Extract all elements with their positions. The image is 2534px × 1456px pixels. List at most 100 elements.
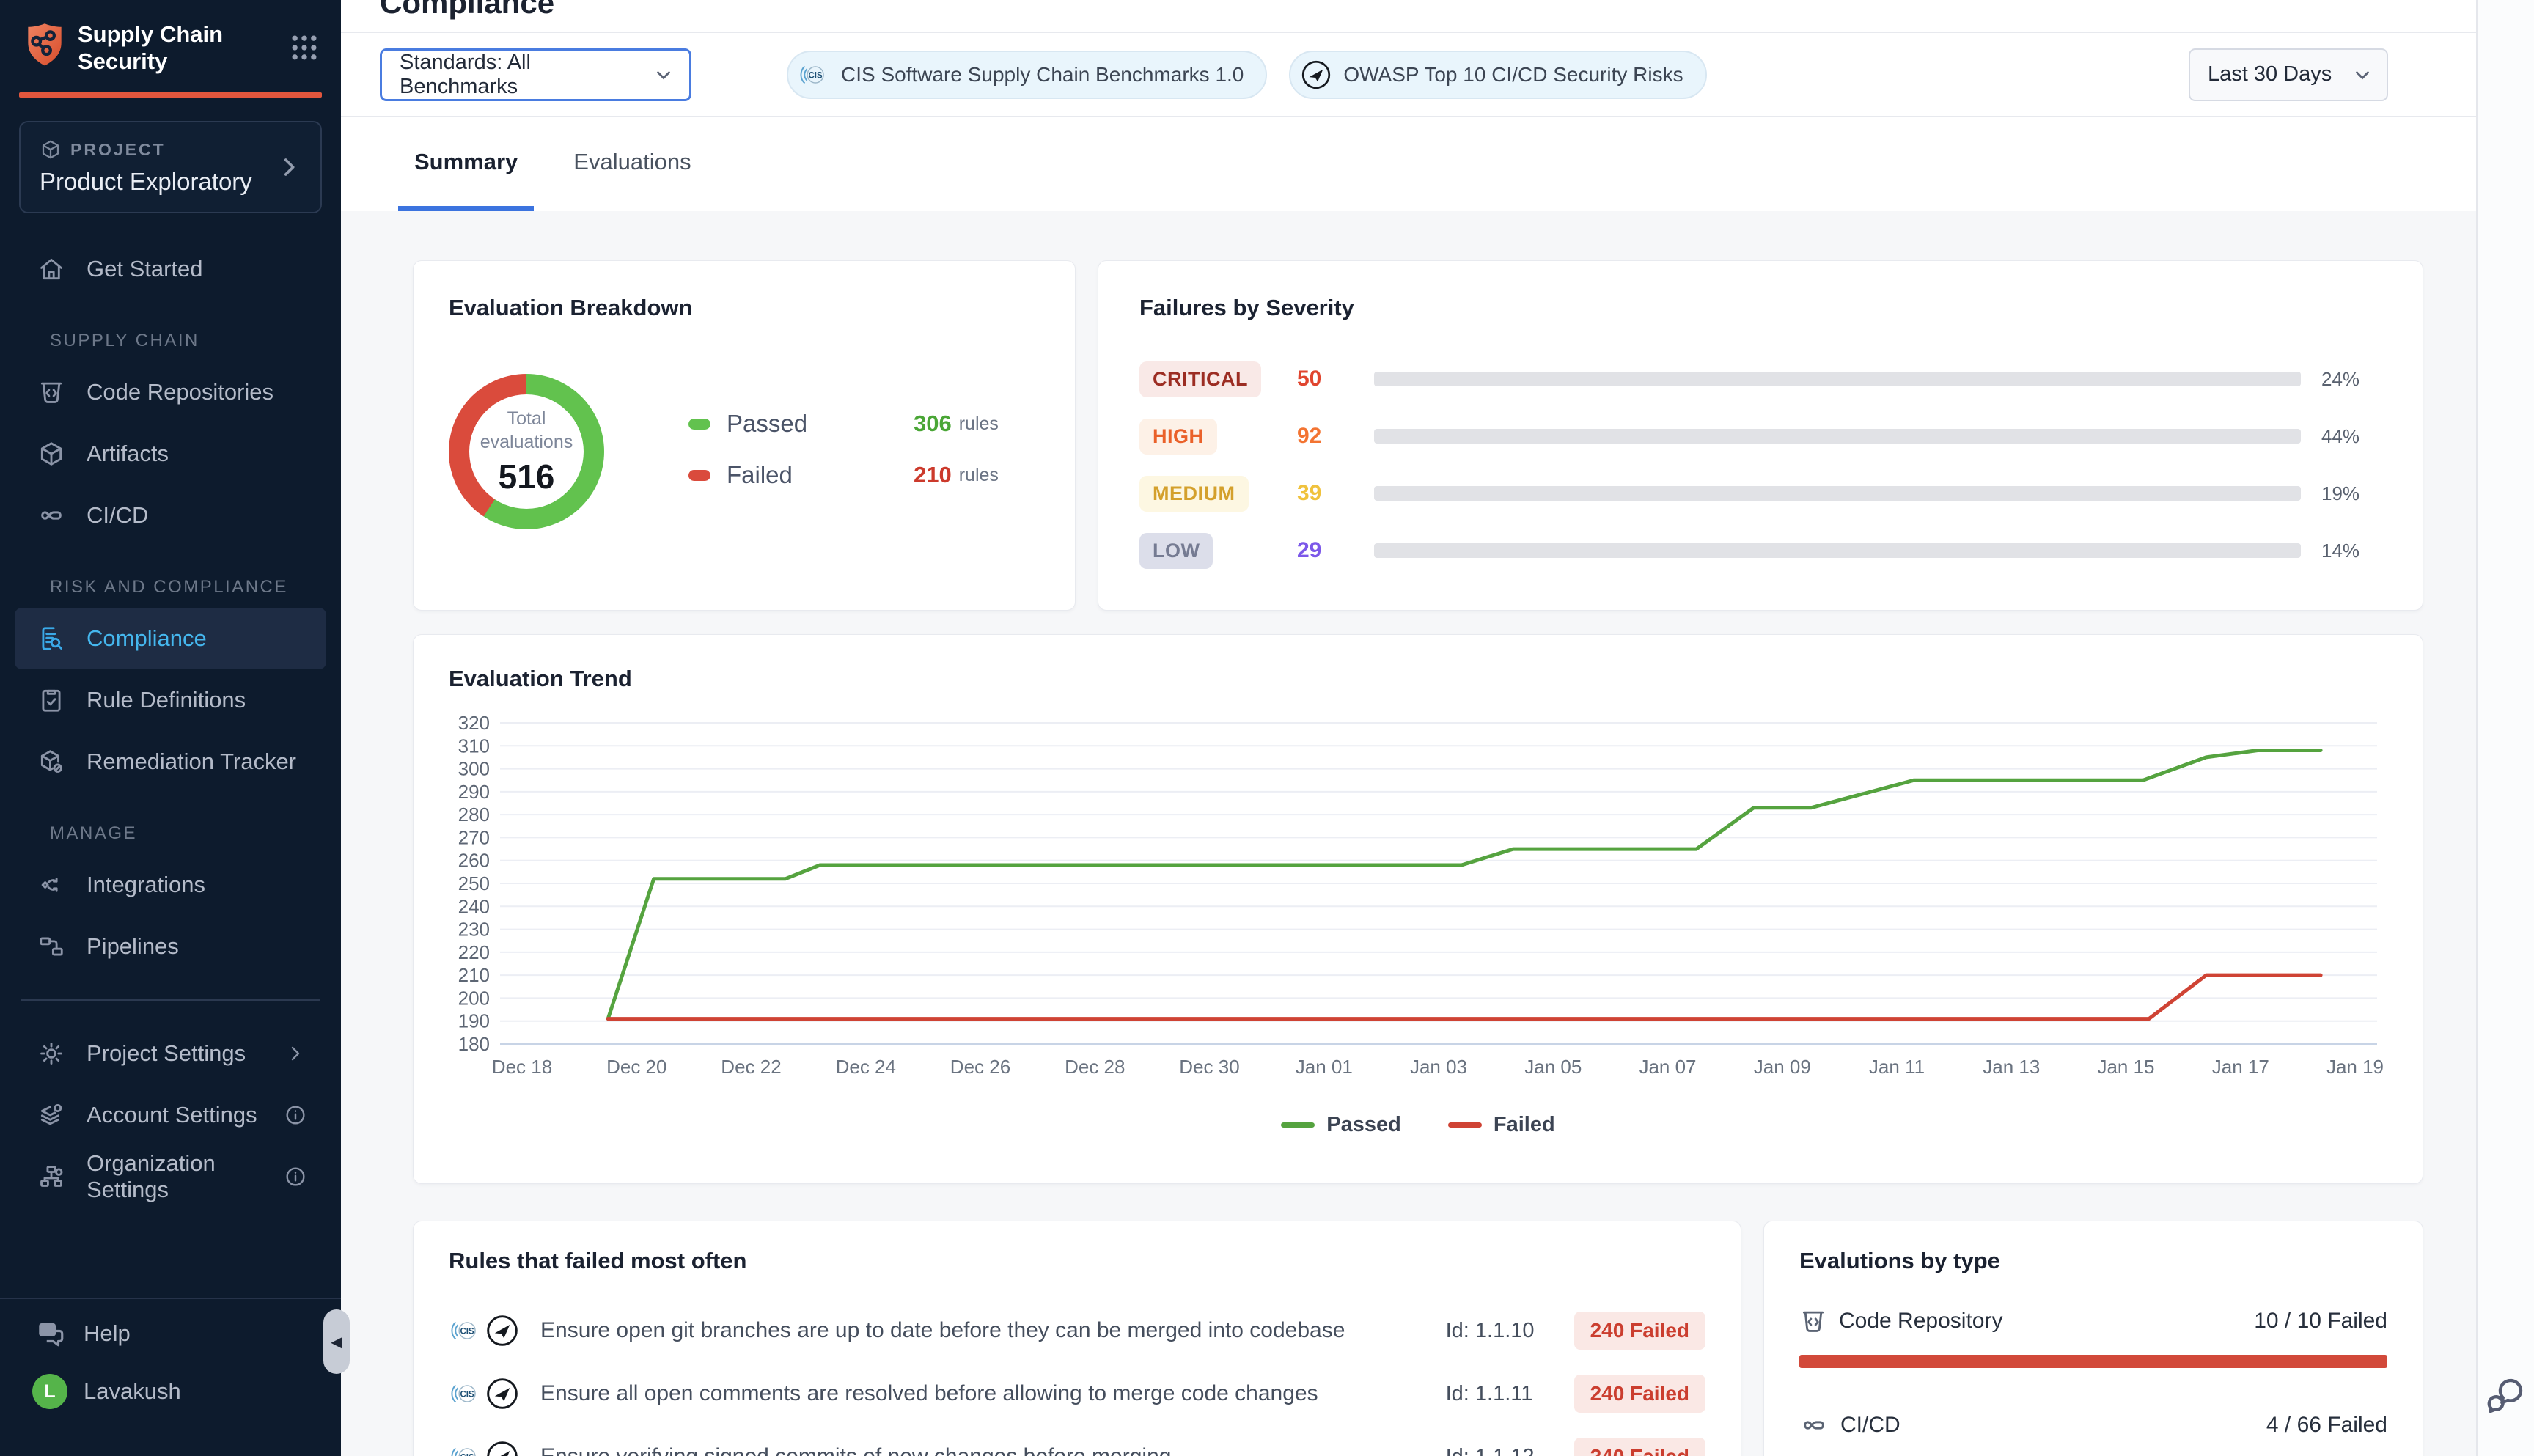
info-icon	[281, 1165, 310, 1188]
card-title: Failures by Severity	[1139, 295, 2381, 321]
evaluations-donut-chart: Totalevaluations 516	[449, 374, 604, 529]
svg-text:Dec 20: Dec 20	[606, 1056, 666, 1078]
standards-dropdown-value: Standards: All Benchmarks	[400, 51, 653, 99]
cis-logo-icon: CIS	[449, 1440, 482, 1456]
legend-label: Passed	[1326, 1113, 1401, 1137]
sidebar-item-code-repositories[interactable]: Code Repositories	[15, 361, 326, 423]
legend-line-swatch	[1281, 1122, 1315, 1128]
chip-owasp[interactable]: OWASP Top 10 CI/CD Security Risks	[1289, 51, 1706, 99]
svg-text:180: 180	[458, 1033, 490, 1055]
user-menu[interactable]: L Lavakush	[0, 1349, 341, 1409]
standards-dropdown[interactable]: Standards: All Benchmarks	[380, 48, 691, 101]
legend-label: Failed	[1494, 1113, 1555, 1137]
sidebar-item-label: Organization Settings	[87, 1150, 281, 1203]
info-icon	[281, 1103, 310, 1127]
svg-text:280: 280	[458, 804, 490, 826]
tab-summary[interactable]: Summary	[398, 117, 534, 211]
trend-legend-item-failed: Failed	[1448, 1113, 1555, 1137]
rule-row[interactable]: CIS Ensure verifying signed commits of n…	[449, 1425, 1705, 1456]
sidebar-collapse-handle[interactable]: ◀	[323, 1309, 350, 1374]
infinity-icon	[1799, 1411, 1829, 1440]
project-cube-icon	[40, 139, 62, 161]
severity-bar	[1374, 429, 2301, 444]
sidebar-item-remediation-tracker[interactable]: Remediation Tracker	[15, 731, 326, 793]
page-title: Compliance	[380, 0, 2476, 22]
svg-text:?: ?	[44, 1324, 51, 1336]
donut-center-label: Totalevaluations	[480, 407, 573, 454]
app-root: Supply Chain Security	[0, 0, 2534, 1456]
chevron-down-icon	[653, 64, 675, 86]
gear-icon	[37, 1040, 66, 1067]
legend-value: 306	[914, 411, 952, 437]
sidebar-item-label: Pipelines	[87, 933, 310, 960]
donut-legend: Passed306rulesFailed210rules	[688, 408, 1033, 529]
by-type-rows: Code Repository10 / 10 FailedCI/CD4 / 66…	[1799, 1306, 2387, 1456]
sidebar-item-compliance[interactable]: Compliance	[15, 608, 326, 669]
by-type-label: CI/CD	[1840, 1413, 1900, 1438]
legend-value: 210	[914, 462, 952, 488]
chip-cis-label: CIS Software Supply Chain Benchmarks 1.0	[841, 63, 1244, 87]
sidebar-item-project-settings[interactable]: Project Settings	[15, 1023, 326, 1084]
avatar: L	[32, 1374, 67, 1409]
sidebar-item-label: Get Started	[87, 256, 310, 282]
legend-name: Failed	[727, 461, 914, 489]
rule-failed-badge: 240 Failed	[1574, 1375, 1705, 1413]
sidebar-section-label: MANAGE	[15, 823, 326, 844]
chat-bubbles-icon[interactable]	[2485, 1375, 2526, 1416]
svg-text:Jan 01: Jan 01	[1296, 1056, 1353, 1078]
pipelines-icon	[37, 933, 66, 960]
rule-row[interactable]: CIS Ensure all open comments are resolve…	[449, 1362, 1705, 1425]
sidebar-item-help[interactable]: ? Help	[0, 1299, 341, 1349]
cis-logo-icon: CIS	[449, 1377, 482, 1411]
sidebar-bottom: ? Help L Lavakush	[0, 1298, 341, 1456]
legend-line-swatch	[1448, 1122, 1482, 1128]
rule-row[interactable]: CIS Ensure open git branches are up to d…	[449, 1299, 1705, 1362]
sidebar-item-integrations[interactable]: Integrations	[15, 854, 326, 916]
cis-logo-icon: CIS	[449, 1314, 482, 1347]
sidebar-nav: Get StartedSUPPLY CHAINCode Repositories…	[0, 213, 341, 1207]
module-grid-icon[interactable]	[288, 32, 320, 64]
rule-description: Ensure verifying signed commits of new c…	[540, 1444, 1446, 1456]
svg-text:250: 250	[458, 872, 490, 894]
severity-pill: LOW	[1139, 533, 1213, 569]
rule-id: Id: 1.1.10	[1446, 1319, 1574, 1343]
severity-pill: MEDIUM	[1139, 476, 1249, 512]
severity-bar	[1374, 543, 2301, 558]
svg-text:Dec 18: Dec 18	[492, 1056, 552, 1078]
filter-toolbar: Standards: All Benchmarks CIS CIS Softwa…	[341, 33, 2476, 117]
date-range-dropdown[interactable]: Last 30 Days	[2189, 48, 2388, 101]
card-failures-by-severity: Failures by Severity CRITICAL5024%HIGH92…	[1098, 260, 2423, 611]
sidebar-item-pipelines[interactable]: Pipelines	[15, 916, 326, 977]
donut-legend-item: Failed210rules	[688, 459, 1033, 491]
svg-text:CIS: CIS	[809, 71, 823, 80]
clipboard-check-icon	[37, 686, 66, 714]
tab-evaluations[interactable]: Evaluations	[557, 117, 707, 211]
sidebar-divider	[21, 999, 320, 1001]
svg-text:CIS: CIS	[460, 1391, 475, 1400]
severity-bar	[1374, 486, 2301, 501]
brand-accent-bar	[19, 92, 322, 98]
shield-logo-icon	[22, 23, 67, 73]
card-title: Evaluation Breakdown	[449, 295, 1040, 321]
severity-row-high: HIGH9244%	[1139, 408, 2381, 465]
sidebar-item-get-started[interactable]: Get Started	[15, 238, 326, 300]
sidebar-item-artifacts[interactable]: Artifacts	[15, 423, 326, 485]
svg-text:Jan 17: Jan 17	[2212, 1056, 2269, 1078]
svg-text:240: 240	[458, 895, 490, 917]
svg-text:Jan 07: Jan 07	[1639, 1056, 1696, 1078]
date-range-value: Last 30 Days	[2208, 62, 2332, 87]
project-selector[interactable]: PROJECT Product Exploratory	[19, 121, 322, 213]
sidebar-item-label: Rule Definitions	[87, 687, 310, 713]
chevron-right-icon	[276, 155, 301, 180]
sidebar-item-organization-settings[interactable]: Organization Settings	[15, 1146, 326, 1207]
sidebar-item-rule-definitions[interactable]: Rule Definitions	[15, 669, 326, 731]
svg-text:270: 270	[458, 826, 490, 848]
sidebar-item-account-settings[interactable]: Account Settings	[15, 1084, 326, 1146]
chip-cis-benchmark[interactable]: CIS CIS Software Supply Chain Benchmarks…	[787, 51, 1267, 99]
svg-text:CIS: CIS	[460, 1328, 475, 1336]
org-gear-icon	[37, 1163, 66, 1191]
by-type-row-ci-cd: CI/CD4 / 66 Failed	[1799, 1411, 2387, 1456]
cube-icon	[37, 440, 66, 468]
owasp-logo-icon	[484, 1375, 521, 1412]
sidebar-item-ci-cd[interactable]: CI/CD	[15, 485, 326, 546]
